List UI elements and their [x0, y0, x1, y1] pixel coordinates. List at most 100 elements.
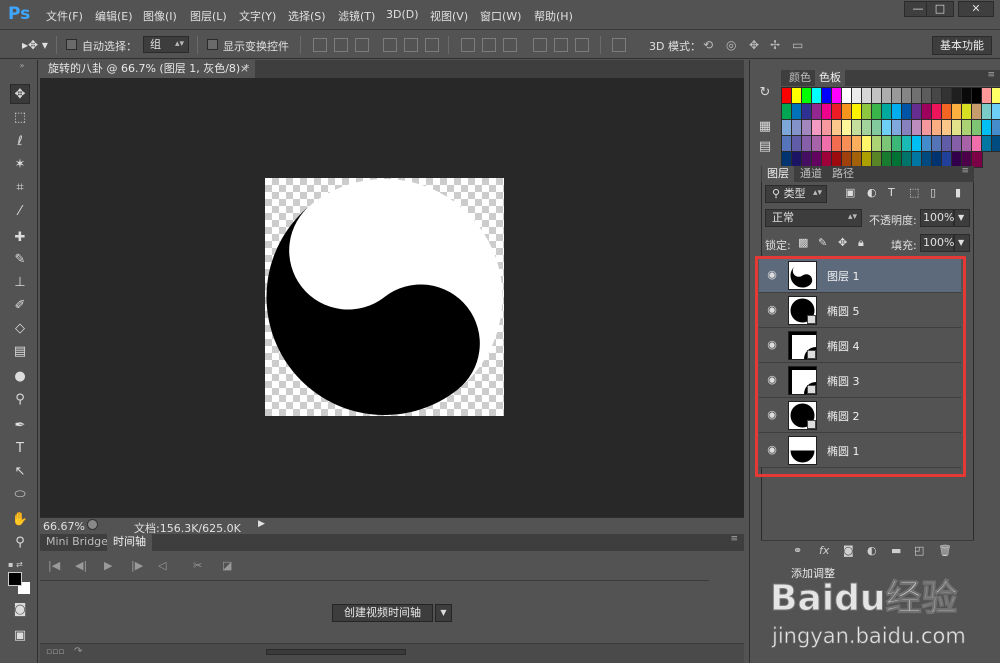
swatches-grid[interactable] [781, 86, 1000, 168]
align-left-icon[interactable] [383, 38, 397, 52]
swatch-cell[interactable] [851, 151, 863, 168]
ellipse-tool-icon[interactable]: ⬭ [10, 485, 30, 505]
healing-brush-tool-icon[interactable]: ✚ [10, 228, 30, 248]
swatch-cell[interactable] [821, 135, 833, 152]
swatch-cell[interactable] [791, 103, 803, 120]
swatch-cell[interactable] [861, 87, 873, 104]
swatch-cell[interactable] [991, 119, 1000, 136]
lock-position-icon[interactable]: ✥ [838, 236, 847, 249]
transition-icon[interactable]: ◪ [222, 559, 232, 572]
swatch-cell[interactable] [961, 151, 973, 168]
distribute-vcenter-icon[interactable] [482, 38, 496, 52]
layer-name[interactable]: 椭圆 1 [827, 443, 860, 459]
distribute-top-icon[interactable] [461, 38, 475, 52]
swatch-cell[interactable] [881, 103, 893, 120]
align-bottom-icon[interactable] [355, 38, 369, 52]
swatch-cell[interactable] [941, 87, 953, 104]
menu-edit[interactable]: 编辑(E) [95, 8, 133, 24]
swatch-cell[interactable] [861, 135, 873, 152]
layer-filter-dropdown[interactable]: ⚲ 类型 ▴▾ [765, 185, 827, 203]
opacity-slider-toggle[interactable]: ▼ [954, 209, 970, 227]
swatch-cell[interactable] [801, 103, 813, 120]
swatch-cell[interactable] [991, 103, 1000, 120]
crop-tool-icon[interactable]: ⌗ [10, 178, 30, 198]
swatch-cell[interactable] [891, 103, 903, 120]
3d-roll-icon[interactable]: ◎ [726, 38, 736, 52]
visibility-eye-icon[interactable]: ◉ [765, 303, 779, 317]
swatch-cell[interactable] [901, 103, 913, 120]
properties-panel-icon[interactable]: ▦ [756, 118, 774, 136]
swatch-cell[interactable] [921, 135, 933, 152]
swatch-cell[interactable] [871, 135, 883, 152]
swatch-cell[interactable] [861, 151, 873, 168]
swatch-cell[interactable] [891, 119, 903, 136]
visibility-eye-icon[interactable]: ◉ [765, 338, 779, 352]
swatch-cell[interactable] [971, 151, 983, 168]
swatch-cell[interactable] [961, 103, 973, 120]
swatch-cell[interactable] [821, 103, 833, 120]
show-transform-checkbox[interactable] [207, 39, 218, 50]
visibility-eye-icon[interactable]: ◉ [765, 373, 779, 387]
menu-select[interactable]: 选择(S) [288, 8, 326, 24]
tab-paths[interactable]: 路径 [827, 166, 859, 182]
swatch-cell[interactable] [901, 119, 913, 136]
convert-frames-icon[interactable]: ↷ [74, 646, 82, 657]
swatch-cell[interactable] [811, 87, 823, 104]
align-hcenter-icon[interactable] [404, 38, 418, 52]
filter-shape-icon[interactable]: ⬚ [909, 186, 919, 199]
new-group-icon[interactable]: ▬ [891, 544, 901, 557]
swatch-cell[interactable] [801, 87, 813, 104]
filter-smart-object-icon[interactable]: ▯ [930, 186, 936, 199]
distribute-hcenter-icon[interactable] [554, 38, 568, 52]
swatch-cell[interactable] [781, 135, 793, 152]
layer-row[interactable]: ◉ 椭圆 1 [759, 433, 961, 468]
menu-image[interactable]: 图像(I) [143, 8, 177, 24]
filter-adjustment-icon[interactable]: ◐ [867, 186, 877, 199]
layer-row[interactable]: ◉ 图层 1 [759, 258, 961, 293]
swatch-cell[interactable] [791, 119, 803, 136]
path-selection-tool-icon[interactable]: ↖ [10, 462, 30, 482]
opacity-input[interactable]: 100% [920, 209, 954, 227]
swatch-cell[interactable] [971, 87, 983, 104]
create-video-timeline-button[interactable]: 创建视频时间轴 [332, 604, 433, 622]
swatch-cell[interactable] [811, 151, 823, 168]
menu-view[interactable]: 视图(V) [430, 8, 468, 24]
collapse-toolbar-icon[interactable]: » [12, 62, 32, 70]
foreground-color-swatch[interactable] [8, 572, 22, 586]
swatch-cell[interactable] [871, 119, 883, 136]
distribute-left-icon[interactable] [533, 38, 547, 52]
tab-swatches[interactable]: 色板 [815, 70, 845, 86]
swatch-cell[interactable] [781, 151, 793, 168]
new-layer-icon[interactable]: ◰ [914, 544, 924, 557]
swatch-cell[interactable] [811, 103, 823, 120]
swatch-cell[interactable] [841, 151, 853, 168]
panel-menu-icon[interactable]: ≡ [730, 534, 738, 544]
swatch-cell[interactable] [781, 103, 793, 120]
swatch-cell[interactable] [851, 87, 863, 104]
render-options-icon[interactable]: ▫▫▫ [46, 647, 64, 657]
swatch-cell[interactable] [831, 135, 843, 152]
swatch-cell[interactable] [881, 87, 893, 104]
swatch-cell[interactable] [791, 151, 803, 168]
swatch-cell[interactable] [981, 103, 993, 120]
swatch-cell[interactable] [961, 119, 973, 136]
layer-row[interactable]: ◉ 椭圆 3 [759, 363, 961, 398]
swatch-cell[interactable] [841, 103, 853, 120]
swatch-cell[interactable] [911, 151, 923, 168]
swatch-cell[interactable] [901, 151, 913, 168]
align-right-icon[interactable] [425, 38, 439, 52]
menu-3d[interactable]: 3D(D) [386, 8, 419, 21]
swatch-cell[interactable] [981, 135, 993, 152]
swatch-cell[interactable] [941, 135, 953, 152]
swatch-cell[interactable] [891, 87, 903, 104]
screen-mode-icon[interactable]: ▣ [10, 626, 30, 646]
auto-align-icon[interactable] [612, 38, 626, 52]
swatch-cell[interactable] [931, 135, 943, 152]
swatch-cell[interactable] [951, 103, 963, 120]
swatch-cell[interactable] [871, 103, 883, 120]
visibility-eye-icon[interactable]: ◉ [765, 443, 779, 457]
layer-name[interactable]: 椭圆 2 [827, 408, 860, 424]
swatch-cell[interactable] [941, 119, 953, 136]
swatch-cell[interactable] [921, 103, 933, 120]
swatch-cell[interactable] [831, 103, 843, 120]
